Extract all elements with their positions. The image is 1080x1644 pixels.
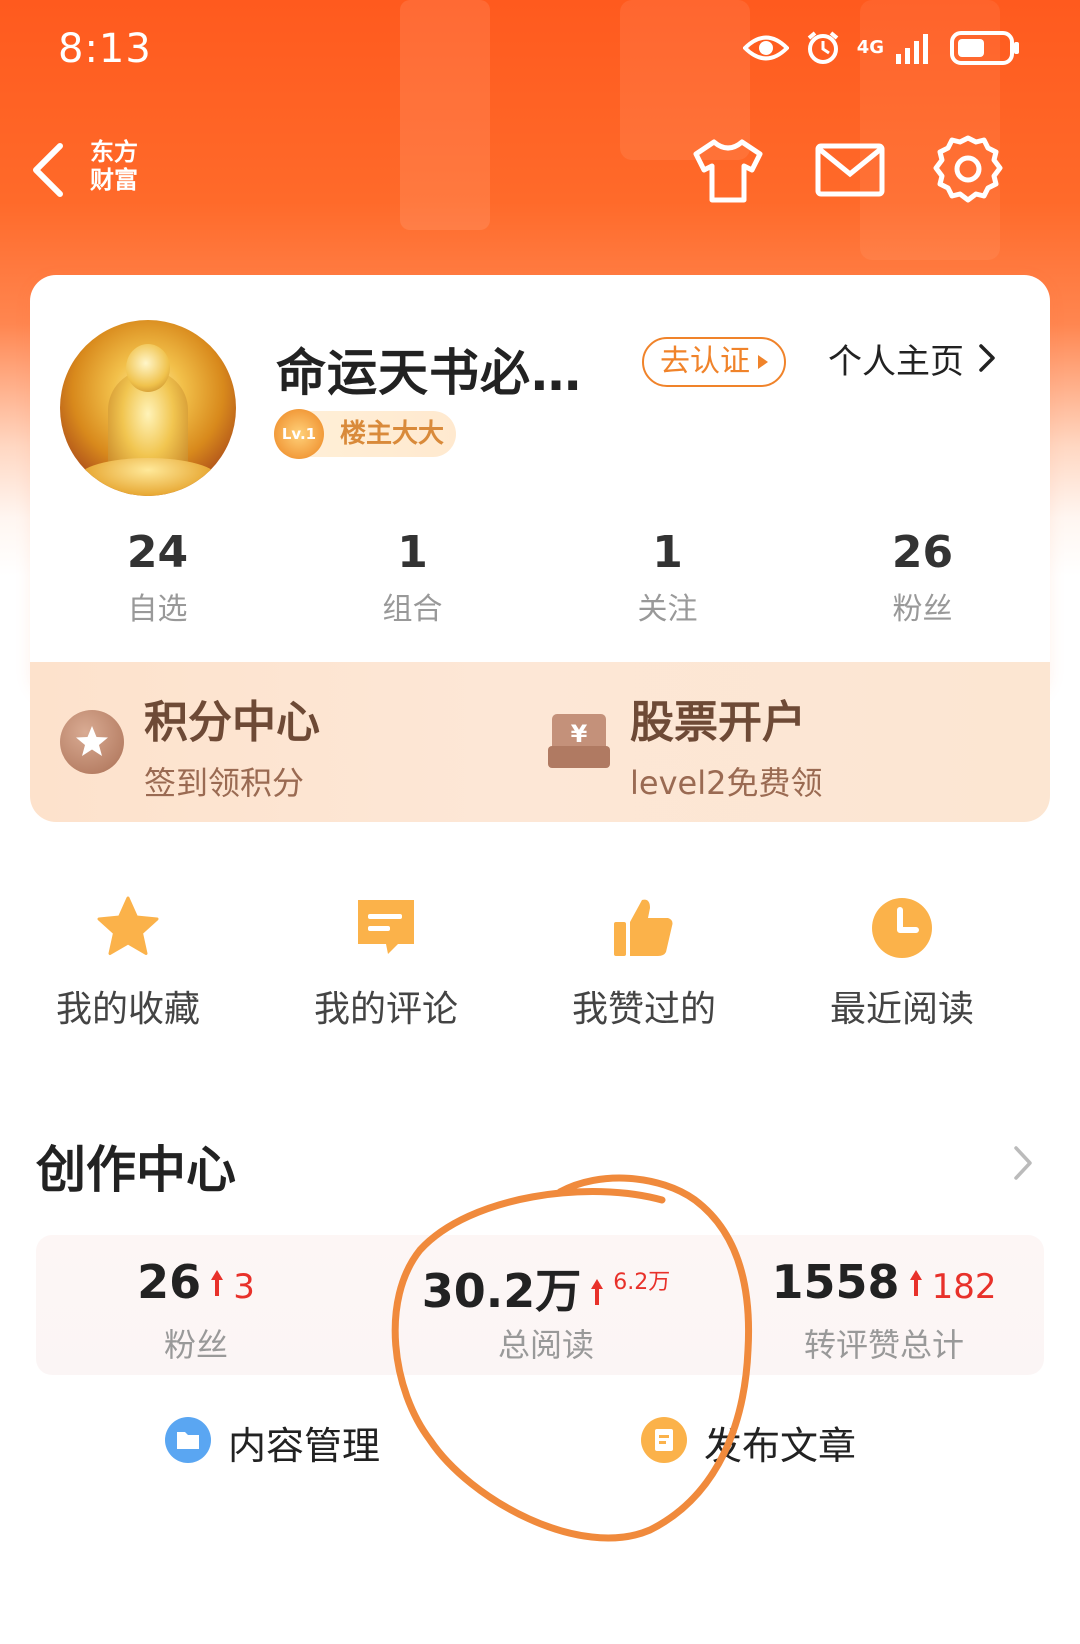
yen-wallet-icon: ¥ xyxy=(546,706,612,772)
promo-title: 股票开户 xyxy=(630,697,806,748)
up-arrow-icon xyxy=(908,1268,924,1302)
publish-icon xyxy=(640,1416,688,1468)
back-app-label[interactable]: 东方 财富 xyxy=(90,138,150,194)
avatar[interactable] xyxy=(60,320,236,496)
stat-label: 组合 xyxy=(382,592,443,627)
nav-bar: 东方 财富 xyxy=(0,120,1080,220)
next-section-partial xyxy=(0,1580,1080,1644)
verify-button[interactable]: 去认证 xyxy=(642,337,786,387)
homepage-label: 个人主页 xyxy=(828,342,964,382)
stat-value: 1 xyxy=(397,527,428,578)
stat-label: 粉丝 xyxy=(892,592,953,627)
chevron-right-icon[interactable] xyxy=(1008,1138,1038,1188)
points-center-entry[interactable]: 积分中心 签到领积分 xyxy=(30,662,530,822)
creator-stat-delta: 182 xyxy=(931,1267,997,1307)
status-icons: 4G xyxy=(742,30,1020,66)
folder-icon xyxy=(164,1416,212,1468)
promo-subtitle: level2免费领 xyxy=(630,764,823,802)
homepage-link[interactable]: 个人主页 xyxy=(828,337,996,387)
stat-value: 26 xyxy=(891,527,954,578)
creator-stat-delta: 6.2万 xyxy=(613,1270,671,1295)
shortcut-favorites[interactable]: 我的收藏 xyxy=(28,880,228,1060)
stat-watchlist[interactable]: 24 自选 xyxy=(30,525,285,645)
creator-stats: 26 3 粉丝 30.2万 6.2万 总阅读 1558 182 转评赞总计 xyxy=(36,1235,1044,1375)
creator-stat-delta: 3 xyxy=(233,1267,255,1307)
shortcut-comments[interactable]: 我的评论 xyxy=(286,880,486,1060)
creator-stat-row: 1558 182 xyxy=(724,1255,1044,1309)
status-bar: 8:13 4G xyxy=(0,0,1080,100)
creator-stat-value: 1558 xyxy=(771,1255,900,1309)
action-label: 内容管理 xyxy=(228,1423,381,1468)
alarm-icon xyxy=(805,30,841,66)
creator-stat-interactions[interactable]: 1558 182 转评赞总计 xyxy=(724,1235,1044,1375)
stock-account-entry[interactable]: ¥ 股票开户 level2免费领 xyxy=(530,662,1050,822)
triangle-right-icon xyxy=(758,355,768,369)
avatar-figure-head xyxy=(126,344,170,392)
comment-icon xyxy=(352,894,420,962)
creator-stat-row: 26 3 xyxy=(36,1255,356,1309)
content-management-button[interactable]: 内容管理 xyxy=(164,1412,380,1472)
stat-value: 24 xyxy=(126,527,189,578)
username[interactable]: 命运天书必… xyxy=(276,333,582,405)
creator-stat-label: 转评赞总计 xyxy=(803,1326,964,1364)
shortcut-label: 我的收藏 xyxy=(55,989,200,1030)
avatar-lotus xyxy=(78,458,218,496)
stat-following[interactable]: 1 关注 xyxy=(540,525,795,645)
creator-center-title: 创作中心 xyxy=(36,1141,236,1199)
battery-icon xyxy=(950,31,1020,65)
creator-stat-fans[interactable]: 26 3 粉丝 xyxy=(36,1235,356,1375)
shortcut-label: 最近阅读 xyxy=(829,989,974,1030)
verify-label: 去认证 xyxy=(660,344,750,379)
creator-stat-value: 26 xyxy=(137,1255,202,1309)
clock-icon xyxy=(868,894,936,962)
promo-bar: 积分中心 签到领积分 ¥ 股票开户 level2免费领 xyxy=(30,662,1050,822)
profile-stats: 24 自选 1 组合 1 关注 26 粉丝 xyxy=(30,525,1050,645)
up-arrow-icon xyxy=(209,1268,225,1302)
tshirt-icon[interactable] xyxy=(688,132,768,208)
stat-portfolio[interactable]: 1 组合 xyxy=(285,525,540,645)
stat-label: 关注 xyxy=(637,592,698,627)
mail-icon[interactable] xyxy=(810,132,890,208)
status-time: 8:13 xyxy=(58,26,152,72)
up-arrow-icon xyxy=(589,1277,605,1311)
creator-stat-value: 30.2万 xyxy=(421,1264,582,1318)
action-label: 发布文章 xyxy=(704,1423,857,1468)
promo-subtitle: 签到领积分 xyxy=(144,764,305,802)
star-icon xyxy=(94,894,162,962)
stat-fans[interactable]: 26 粉丝 xyxy=(795,525,1050,645)
creator-stat-label: 粉丝 xyxy=(163,1326,228,1364)
stat-label: 自选 xyxy=(127,592,188,627)
back-label-line: 财富 xyxy=(90,166,138,194)
signal-icon xyxy=(894,32,934,64)
back-chevron-icon[interactable] xyxy=(24,138,74,198)
shortcut-recent[interactable]: 最近阅读 xyxy=(802,880,1002,1060)
shortcut-label: 我的评论 xyxy=(313,989,458,1030)
chevron-right-icon xyxy=(978,337,996,387)
shortcut-liked[interactable]: 我赞过的 xyxy=(544,880,744,1060)
star-badge-icon xyxy=(60,710,124,774)
gear-icon[interactable] xyxy=(928,132,1008,208)
back-label-line: 东方 xyxy=(90,138,138,166)
publish-article-button[interactable]: 发布文章 xyxy=(640,1412,856,1472)
shortcut-grid: 我的收藏 我的评论 我赞过的 最近阅读 xyxy=(0,880,1080,1060)
creator-stat-reads[interactable]: 30.2万 6.2万 总阅读 xyxy=(381,1235,711,1375)
shortcut-label: 我赞过的 xyxy=(571,989,716,1030)
eye-icon xyxy=(742,33,789,63)
svg-text:¥: ¥ xyxy=(571,720,588,748)
network-label: 4G xyxy=(856,37,884,58)
stat-value: 1 xyxy=(652,527,683,578)
creator-stat-row: 30.2万 6.2万 xyxy=(381,1255,711,1321)
profile-card: 命运天书必… 去认证 个人主页 Lv.1 楼主大大 24 自选 1 组合 1 关… xyxy=(30,275,1050,695)
creator-stat-label: 总阅读 xyxy=(497,1326,594,1364)
level-title: 楼主大大 xyxy=(340,419,445,449)
thumbs-up-icon xyxy=(610,894,678,962)
level-icon: Lv.1 xyxy=(274,409,324,459)
promo-title: 积分中心 xyxy=(144,697,320,748)
level-badge[interactable]: Lv.1 楼主大大 xyxy=(274,409,456,459)
